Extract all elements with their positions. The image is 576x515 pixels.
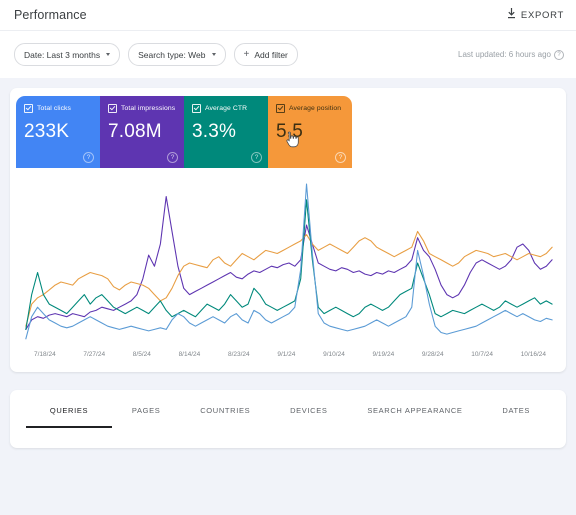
series-line-total-impressions [25, 196, 553, 330]
chart-x-axis: 7/18/24 7/27/24 8/5/24 8/14/24 8/23/24 9/1/24… [16, 348, 560, 370]
series-line-total-clicks [25, 230, 553, 327]
x-axis-tick: 10/7/24 [471, 351, 493, 358]
metric-value: 3.3% [192, 121, 237, 142]
filter-chip-date-label: Date: Last 3 months [24, 49, 101, 60]
add-filter-button[interactable]: + Add filter [233, 43, 298, 66]
checkbox-icon[interactable] [108, 104, 117, 113]
x-axis-tick: 8/14/24 [178, 351, 201, 358]
metric-head: Total clicks [24, 104, 93, 113]
metric-cards: Total clicks 233K ? Total impressions 7.… [10, 88, 566, 168]
help-icon[interactable]: ? [251, 152, 262, 163]
filter-chips: Date: Last 3 months Search type: Web + A… [14, 43, 298, 66]
top-bar: Performance EXPORT [0, 0, 576, 30]
metric-label: Total clicks [37, 105, 72, 112]
x-axis-tick: 7/18/24 [34, 351, 56, 358]
x-axis-tick: 9/1/24 [277, 351, 296, 358]
metric-card-total-impressions[interactable]: Total impressions 7.08M ? [100, 96, 184, 168]
filter-chip-date[interactable]: Date: Last 3 months [14, 43, 121, 66]
checkbox-icon[interactable] [276, 104, 285, 113]
plus-icon: + [243, 48, 250, 60]
metric-card-average-ctr[interactable]: Average CTR 3.3% ? [184, 96, 268, 168]
help-icon[interactable]: ? [167, 152, 178, 163]
metric-head: Average position [276, 104, 345, 113]
chevron-down-icon [106, 53, 111, 56]
metric-label: Average CTR [205, 105, 248, 112]
checkbox-icon[interactable] [192, 104, 201, 113]
metric-head: Total impressions [108, 104, 177, 113]
metric-label: Average position [289, 105, 342, 112]
help-icon[interactable]: ? [83, 152, 94, 163]
x-axis-tick: 10/16/24 [520, 351, 546, 358]
download-icon [507, 6, 516, 24]
export-button[interactable]: EXPORT [507, 6, 564, 24]
filter-chip-search-type-label: Search type: Web [138, 49, 206, 60]
tab-search-appearance[interactable]: SEARCH APPEARANCE [347, 406, 482, 426]
series-line-average-position [25, 183, 553, 340]
tab-dates[interactable]: DATES [483, 406, 551, 426]
dimension-tabs-panel: QUERIES PAGES COUNTRIES DEVICES SEARCH APPEA… [10, 390, 566, 448]
tab-devices[interactable]: DEVICES [270, 406, 347, 426]
add-filter-label: Add filter [254, 49, 288, 60]
performance-panel: Total clicks 233K ? Total impressions 7.… [10, 88, 566, 372]
tab-pages[interactable]: PAGES [112, 406, 180, 426]
metric-value: 7.08M [108, 121, 162, 142]
page-title: Performance [14, 8, 87, 22]
metric-card-average-position[interactable]: Average position 5.5 ? [268, 96, 352, 168]
chart-series-group [25, 183, 553, 340]
dimension-tabs: QUERIES PAGES COUNTRIES DEVICES SEARCH APPEA… [10, 390, 566, 428]
x-axis-tick: 9/19/24 [372, 351, 395, 358]
export-label: EXPORT [520, 9, 564, 21]
x-axis-tick: 7/27/24 [83, 351, 106, 358]
x-axis-tick: 9/28/24 [421, 351, 444, 358]
filter-bar: Date: Last 3 months Search type: Web + A… [0, 30, 576, 78]
x-axis-tick: 8/5/24 [132, 351, 151, 358]
tab-queries[interactable]: QUERIES [26, 406, 112, 428]
chevron-down-icon [211, 53, 216, 56]
x-axis-tick: 8/23/24 [227, 351, 250, 358]
performance-chart[interactable]: 7/18/24 7/27/24 8/5/24 8/14/24 8/23/24 9/1/24… [10, 168, 566, 372]
metric-value: 233K [24, 121, 70, 142]
chart-svg [25, 183, 553, 340]
last-updated: Last updated: 6 hours ago ? [458, 49, 564, 60]
info-icon[interactable]: ? [554, 49, 564, 60]
metric-value: 5.5 [276, 121, 304, 142]
help-icon[interactable]: ? [335, 152, 346, 163]
metric-card-total-clicks[interactable]: Total clicks 233K ? [16, 96, 100, 168]
metric-head: Average CTR [192, 104, 261, 113]
series-line-average-ctr [25, 199, 553, 330]
x-axis-tick: 9/10/24 [323, 351, 345, 358]
last-updated-label: Last updated: 6 hours ago [458, 50, 551, 59]
checkbox-icon[interactable] [24, 104, 33, 113]
tab-countries[interactable]: COUNTRIES [180, 406, 270, 426]
metric-label: Total impressions [121, 105, 176, 112]
filter-chip-search-type[interactable]: Search type: Web [128, 43, 226, 66]
